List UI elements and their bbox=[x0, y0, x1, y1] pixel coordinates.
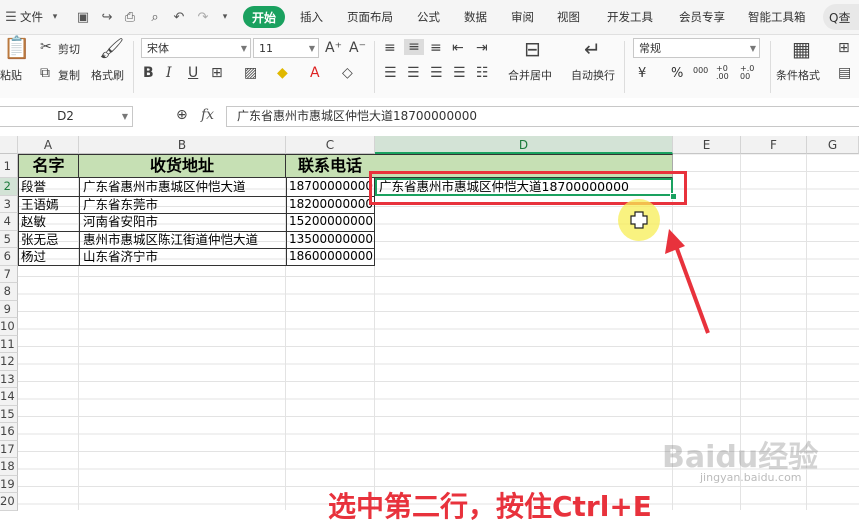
watermark-url: jingyan.baidu.com bbox=[700, 471, 802, 484]
arrow-shaft bbox=[674, 245, 710, 334]
instruction-caption: 选中第二行，按住Ctrl+E bbox=[328, 490, 652, 523]
arrow-head bbox=[665, 229, 685, 254]
watermark-brand: Baidu经验 bbox=[662, 440, 819, 475]
